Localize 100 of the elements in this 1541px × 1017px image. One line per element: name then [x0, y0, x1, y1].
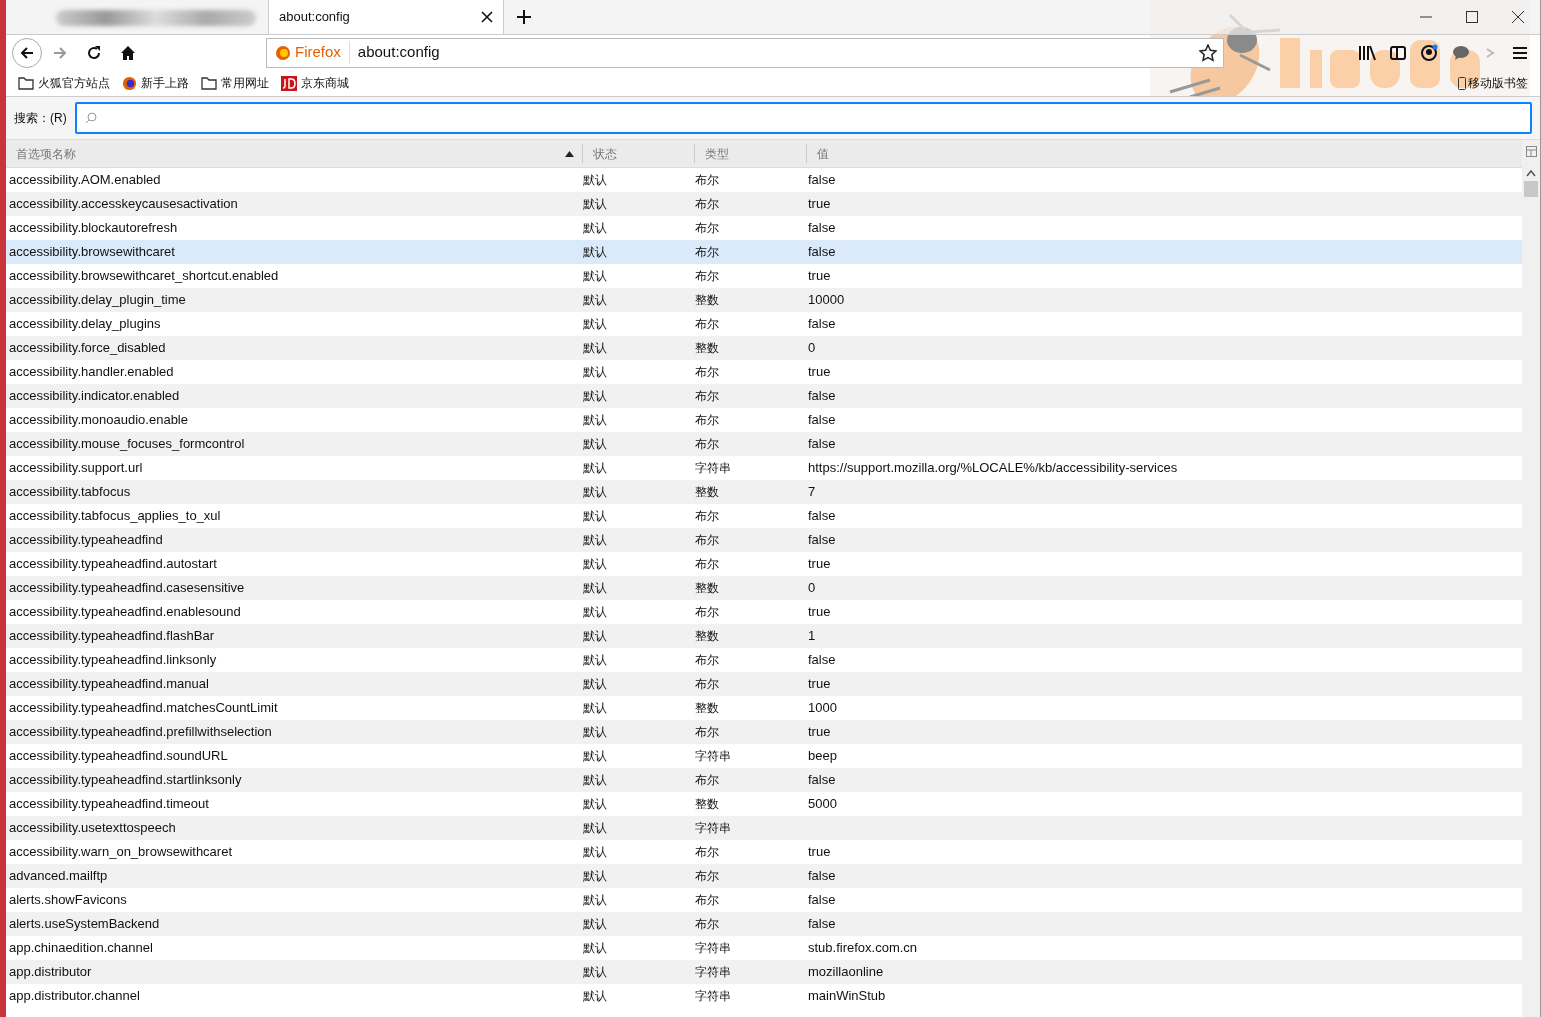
table-cell: 默认: [583, 605, 607, 619]
table-row[interactable]: accessibility.typeaheadfind 默认 布尔 false: [6, 528, 1522, 552]
table-cell: true: [808, 724, 831, 740]
column-header[interactable]: 类型: [694, 144, 806, 163]
table-cell: 默认: [583, 581, 607, 595]
menu-icon[interactable]: [1512, 45, 1528, 60]
table-cell: 布尔: [695, 557, 719, 571]
close-icon[interactable]: [1512, 11, 1524, 23]
account-icon[interactable]: [1420, 43, 1438, 62]
table-cell: 默认: [583, 845, 607, 859]
column-header[interactable]: 首选项名称: [6, 140, 582, 167]
maximize-icon[interactable]: [1466, 11, 1478, 23]
bookmark-item[interactable]: 火狐官方站点: [18, 74, 110, 92]
forward-arrow-icon[interactable]: [52, 44, 68, 61]
back-button[interactable]: [12, 37, 42, 68]
table-cell: accessibility.support.url: [9, 460, 143, 476]
table-cell: 布尔: [695, 437, 719, 451]
table-row[interactable]: accessibility.typeaheadfind.prefillwithselection 默认 布尔 true: [6, 720, 1522, 744]
mobile-bookmarks-button[interactable]: 移动版书签: [1458, 74, 1528, 92]
new-tab-icon[interactable]: [516, 9, 532, 25]
address-bar[interactable]: Firefox about:config: [266, 37, 1224, 68]
bookmark-item[interactable]: 常用网址: [201, 74, 269, 92]
chat-bubble-icon[interactable]: [1452, 44, 1470, 61]
table-cell: 布尔: [695, 653, 719, 667]
table-row[interactable]: accessibility.typeaheadfind.startlinksonly 默认 布尔 false: [6, 768, 1522, 792]
table-cell: accessibility.tabfocus_applies_to_xul: [9, 508, 221, 524]
table-cell: app.distributor.channel: [9, 988, 140, 1004]
folder-icon: [201, 76, 217, 90]
table-cell: 布尔: [695, 533, 719, 547]
url-text: about:config: [357, 42, 440, 63]
table-cell: false: [808, 916, 836, 932]
table-cell: 1: [808, 628, 816, 644]
table-cell: 7: [808, 484, 816, 500]
table-cell: 布尔: [695, 365, 719, 379]
table-cell: accessibility.accesskeycausesactivation: [9, 196, 238, 212]
star-icon[interactable]: [1199, 43, 1217, 62]
scrollbar-thumb[interactable]: [1524, 181, 1538, 197]
reload-icon[interactable]: [86, 44, 102, 61]
column-picker-icon[interactable]: [1525, 146, 1537, 157]
table-cell: accessibility.AOM.enabled: [9, 172, 161, 188]
table-row[interactable]: app.distributor 默认 字符串 mozillaonline: [6, 960, 1522, 984]
table-cell: advanced.mailftp: [9, 868, 108, 884]
table-row[interactable]: accessibility.usetexttospeech 默认 字符串: [6, 816, 1522, 840]
table-cell: 默认: [583, 293, 607, 307]
table-row[interactable]: accessibility.mouse_focuses_formcontrol 默认 布尔 false: [6, 432, 1522, 456]
home-icon[interactable]: [120, 44, 136, 61]
firefox-logo-icon: [275, 44, 291, 61]
firefox-logo-icon: [122, 75, 137, 91]
table-cell: accessibility.delay_plugins: [9, 316, 161, 332]
table-cell: 默认: [583, 677, 607, 691]
table-cell: 布尔: [695, 869, 719, 883]
table-cell: accessibility.browsewithcaret_shortcut.enabled: [9, 268, 279, 284]
table-row[interactable]: accessibility.delay_plugin_time 默认 整数 10000: [6, 288, 1522, 312]
table-cell: 布尔: [695, 509, 719, 523]
table-cell: false: [808, 772, 836, 788]
table-cell: mozillaonline: [808, 964, 884, 980]
close-icon[interactable]: [481, 10, 493, 23]
table-cell: accessibility.typeaheadfind.soundURL: [9, 748, 228, 764]
library-icon[interactable]: [1358, 44, 1376, 61]
column-header[interactable]: 状态: [582, 144, 694, 163]
bookmark-item[interactable]: 新手上路: [122, 74, 189, 92]
table-cell: accessibility.typeaheadfind.startlinksonly: [9, 772, 242, 788]
browser-tab[interactable]: about:config: [268, 0, 504, 34]
table-row[interactable]: accessibility.tabfocus 默认 整数 7: [6, 480, 1522, 504]
table-cell: 默认: [583, 197, 607, 211]
table-cell: accessibility.browsewithcaret: [9, 244, 175, 260]
table-row[interactable]: accessibility.typeaheadfind.manual 默认 布尔 true: [6, 672, 1522, 696]
table-row[interactable]: accessibility.accesskeycausesactivation 默认 布尔 true: [6, 192, 1522, 216]
table-row[interactable]: alerts.useSystemBackend 默认 布尔 false: [6, 912, 1522, 936]
table-cell: false: [808, 388, 836, 404]
search-icon: [84, 112, 97, 124]
table-cell: 布尔: [695, 413, 719, 427]
table-cell: accessibility.monoaudio.enable: [9, 412, 188, 428]
table-row[interactable]: accessibility.indicator.enabled 默认 布尔 false: [6, 384, 1522, 408]
table-cell: 默认: [583, 509, 607, 523]
table-cell: 布尔: [695, 893, 719, 907]
table-row[interactable]: accessibility.typeaheadfind.casesensitive 默认 整数 0: [6, 576, 1522, 600]
table-cell: 布尔: [695, 725, 719, 739]
table-row[interactable]: accessibility.force_disabled 默认 整数 0: [6, 336, 1522, 360]
table-cell: 布尔: [695, 269, 719, 283]
table-cell: 整数: [695, 485, 719, 499]
table-cell: 默认: [583, 701, 607, 715]
table-cell: accessibility.typeaheadfind.autostart: [9, 556, 217, 572]
table-cell: mainWinStub: [808, 988, 886, 1004]
bookmark-item[interactable]: 京东商城: [281, 74, 349, 92]
table-cell: 字符串: [695, 821, 731, 835]
table-row[interactable]: advanced.mailftp 默认 布尔 false: [6, 864, 1522, 888]
table-cell: 默认: [583, 269, 607, 283]
table-cell: app.chinaedition.channel: [9, 940, 153, 956]
table-cell: 布尔: [695, 197, 719, 211]
table-row[interactable]: accessibility.browsewithcaret 默认 布尔 false: [6, 240, 1522, 264]
table-cell: 默认: [583, 317, 607, 331]
table-cell: 默认: [583, 221, 607, 235]
search-field[interactable]: [74, 102, 1532, 134]
table-row[interactable]: accessibility.typeaheadfind.flashBar 默认 整数 1: [6, 624, 1522, 648]
table-cell: 布尔: [695, 245, 719, 259]
table-cell: accessibility.tabfocus: [9, 484, 131, 500]
sidebar-icon[interactable]: [1390, 44, 1406, 61]
table-cell: false: [808, 436, 836, 452]
table-cell: 字符串: [695, 461, 731, 475]
